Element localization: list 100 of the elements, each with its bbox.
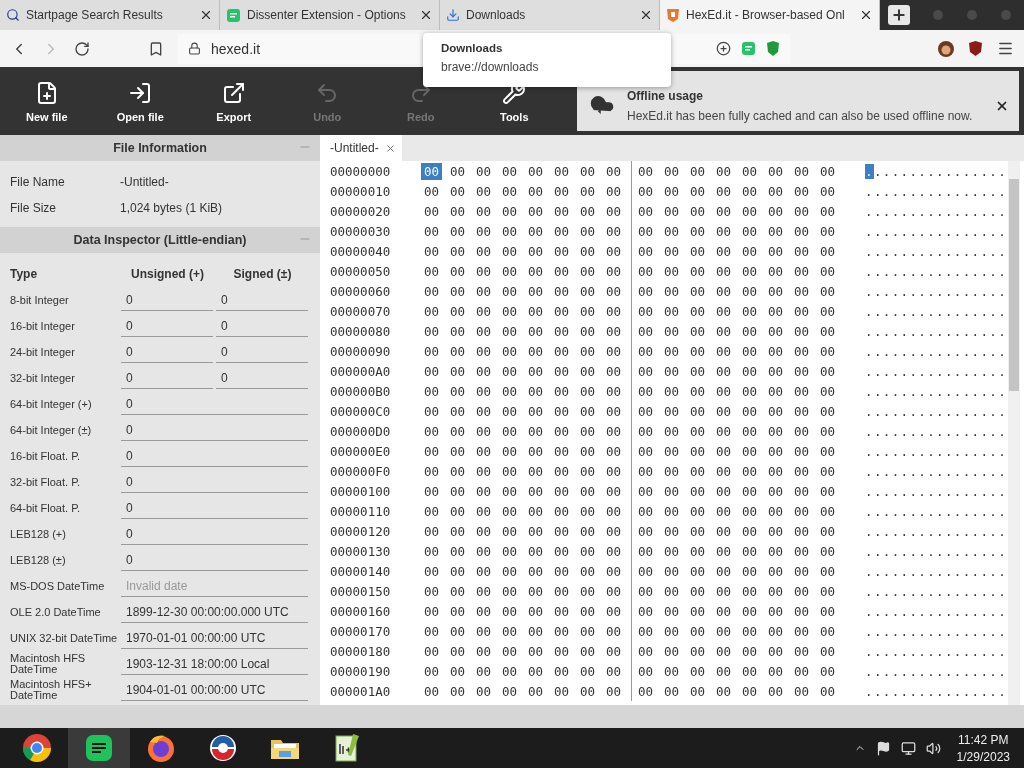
hex-bytes[interactable]: 00 00 00 00 00 00 00 00 xyxy=(421,623,631,639)
value-field[interactable]: 0 xyxy=(121,419,308,441)
hex-bytes[interactable]: 00 00 00 00 00 00 00 00 xyxy=(421,583,631,599)
hex-bytes[interactable]: 00 00 00 00 00 00 00 00 xyxy=(631,621,845,641)
value-field[interactable]: 0 xyxy=(121,497,308,519)
scrollbar[interactable] xyxy=(1008,161,1020,705)
hex-bytes[interactable]: 00 00 00 00 00 00 00 00 xyxy=(421,423,631,439)
value-field[interactable]: 1903-12-31 18:00:00 Local xyxy=(121,653,308,675)
ascii-text[interactable]: ................ xyxy=(865,163,1008,179)
hex-bytes[interactable]: 00 00 00 00 00 00 00 00 xyxy=(631,201,845,221)
volume-icon[interactable] xyxy=(925,740,941,756)
hex-bytes[interactable]: 00 00 00 00 00 00 00 00 xyxy=(421,303,631,319)
ascii-text[interactable]: ................ xyxy=(865,403,1008,419)
hex-bytes[interactable]: 00 00 00 00 00 00 00 00 xyxy=(631,581,845,601)
hex-bytes[interactable]: 00 00 00 00 00 00 00 00 xyxy=(421,343,631,359)
hex-bytes[interactable]: 00 00 00 00 00 00 00 00 xyxy=(421,523,631,539)
ascii-text[interactable]: ................ xyxy=(865,303,1008,319)
hex-bytes[interactable]: 00 00 00 00 00 00 00 00 xyxy=(631,241,845,261)
ascii-text[interactable]: ................ xyxy=(865,503,1008,519)
hex-bytes[interactable]: 00 00 00 00 00 00 00 00 xyxy=(631,261,845,281)
close-icon[interactable] xyxy=(995,99,1009,113)
value-field[interactable]: 0 xyxy=(121,471,308,493)
value-field[interactable]: 0 xyxy=(121,289,213,311)
browser-icon[interactable] xyxy=(21,732,53,764)
toolbar-button[interactable]: Export xyxy=(187,67,281,135)
value-field[interactable]: 1970-01-01 00:00:00 UTC xyxy=(121,627,308,649)
hex-bytes[interactable]: 00 00 00 00 00 00 00 00 xyxy=(421,663,631,679)
value-field[interactable]: 0 xyxy=(121,315,213,337)
hex-bytes[interactable]: 00 00 00 00 00 00 00 00 xyxy=(421,403,631,419)
hex-bytes[interactable]: 00 00 00 00 00 00 00 00 xyxy=(631,221,845,241)
hex-bytes[interactable]: 00 00 00 00 00 00 00 00 xyxy=(631,281,845,301)
hex-bytes[interactable]: 00 00 00 00 00 00 00 00 xyxy=(421,223,631,239)
hex-bytes[interactable]: 00 00 00 00 00 00 00 00 xyxy=(631,401,845,421)
shield-icon[interactable] xyxy=(968,40,983,57)
flag-icon[interactable] xyxy=(875,740,891,756)
ascii-text[interactable]: ................ xyxy=(865,663,1008,679)
close-icon[interactable] xyxy=(639,8,653,22)
ascii-text[interactable]: ................ xyxy=(865,543,1008,559)
hex-bytes[interactable]: 00 00 00 00 00 00 00 00 xyxy=(631,341,845,361)
ascii-text[interactable]: ................ xyxy=(865,283,1008,299)
browser-tab[interactable]: HexEd.it - Browser-based Onl xyxy=(660,0,880,30)
network-icon[interactable] xyxy=(900,740,916,756)
value-field[interactable]: 0 xyxy=(121,549,308,571)
hex-bytes[interactable]: 00 00 00 00 00 00 00 00 xyxy=(421,163,631,179)
zoom-icon[interactable] xyxy=(716,41,731,56)
hex-bytes[interactable]: 00 00 00 00 00 00 00 00 xyxy=(421,283,631,299)
ascii-text[interactable]: ................ xyxy=(865,203,1008,219)
ascii-text[interactable]: ................ xyxy=(865,443,1008,459)
browser-tab[interactable]: Startpage Search Results xyxy=(0,0,220,30)
value-field[interactable]: 0 xyxy=(121,445,308,467)
hex-bytes[interactable]: 00 00 00 00 00 00 00 00 xyxy=(631,661,845,681)
hex-bytes[interactable]: 00 00 00 00 00 00 00 00 xyxy=(631,181,845,201)
value-field[interactable]: 0 xyxy=(121,523,308,545)
hex-bytes[interactable]: 00 00 00 00 00 00 00 00 xyxy=(631,361,845,381)
hex-bytes[interactable]: 00 00 00 00 00 00 00 00 xyxy=(421,443,631,459)
hex-bytes[interactable]: 00 00 00 00 00 00 00 00 xyxy=(421,383,631,399)
value-field[interactable]: 0 xyxy=(216,341,308,363)
hex-bytes[interactable]: 00 00 00 00 00 00 00 00 xyxy=(421,603,631,619)
value-field[interactable]: 1904-01-01 00:00:00 UTC xyxy=(121,679,308,701)
ascii-text[interactable]: ................ xyxy=(865,563,1008,579)
hex-bytes[interactable]: 00 00 00 00 00 00 00 00 xyxy=(631,301,845,321)
hex-bytes[interactable]: 00 00 00 00 00 00 00 00 xyxy=(631,381,845,401)
value-field[interactable]: 0 xyxy=(216,367,308,389)
hex-bytes[interactable]: 00 00 00 00 00 00 00 00 xyxy=(421,203,631,219)
value-field[interactable]: 0 xyxy=(121,393,308,415)
hex-bytes[interactable]: 00 00 00 00 00 00 00 00 xyxy=(421,543,631,559)
section-header[interactable]: Data Inspector (Little-endian) xyxy=(0,227,320,253)
hex-bytes[interactable]: 00 00 00 00 00 00 00 00 xyxy=(421,563,631,579)
reload-icon[interactable] xyxy=(74,40,90,57)
ascii-text[interactable]: ................ xyxy=(865,483,1008,499)
ascii-text[interactable]: ................ xyxy=(865,603,1008,619)
file-tab[interactable]: -Untitled- xyxy=(320,135,402,161)
bookmark-icon[interactable] xyxy=(148,40,164,57)
globe-icon[interactable] xyxy=(207,732,239,764)
hex-bytes[interactable]: 00 00 00 00 00 00 00 00 xyxy=(631,521,845,541)
ascii-text[interactable]: ................ xyxy=(865,183,1008,199)
hex-bytes[interactable]: 00 00 00 00 00 00 00 00 xyxy=(421,263,631,279)
browser-tab[interactable]: Dissenter Extension - Options xyxy=(220,0,440,30)
hex-bytes[interactable]: 00 00 00 00 00 00 00 00 xyxy=(631,321,845,341)
hex-bytes[interactable]: 00 00 00 00 00 00 00 00 xyxy=(631,501,845,521)
avatar-icon[interactable] xyxy=(938,40,954,57)
ascii-text[interactable]: ................ xyxy=(865,583,1008,599)
value-field[interactable]: 1899-12-30 00:00:00.000 UTC xyxy=(121,601,308,623)
hex-bytes[interactable]: 00 00 00 00 00 00 00 00 xyxy=(631,601,845,621)
close-icon[interactable] xyxy=(419,8,433,22)
ascii-text[interactable]: ................ xyxy=(865,683,1008,699)
hex-bytes[interactable]: 00 00 00 00 00 00 00 00 xyxy=(421,183,631,199)
ascii-text[interactable]: ................ xyxy=(865,343,1008,359)
document-icon[interactable] xyxy=(83,732,115,764)
browser-tab[interactable]: Downloads xyxy=(440,0,660,30)
ascii-text[interactable]: ................ xyxy=(865,363,1008,379)
hex-bytes[interactable]: 00 00 00 00 00 00 00 00 xyxy=(631,421,845,441)
hex-bytes[interactable]: 00 00 00 00 00 00 00 00 xyxy=(421,503,631,519)
value-field[interactable]: 0 xyxy=(216,315,308,337)
hex-bytes[interactable]: 00 00 00 00 00 00 00 00 xyxy=(421,323,631,339)
hex-bytes[interactable]: 00 00 00 00 00 00 00 00 xyxy=(421,363,631,379)
ascii-text[interactable]: ................ xyxy=(865,423,1008,439)
ascii-text[interactable]: ................ xyxy=(865,243,1008,259)
hex-bytes[interactable]: 00 00 00 00 00 00 00 00 xyxy=(631,461,845,481)
menu-icon[interactable] xyxy=(997,40,1014,57)
